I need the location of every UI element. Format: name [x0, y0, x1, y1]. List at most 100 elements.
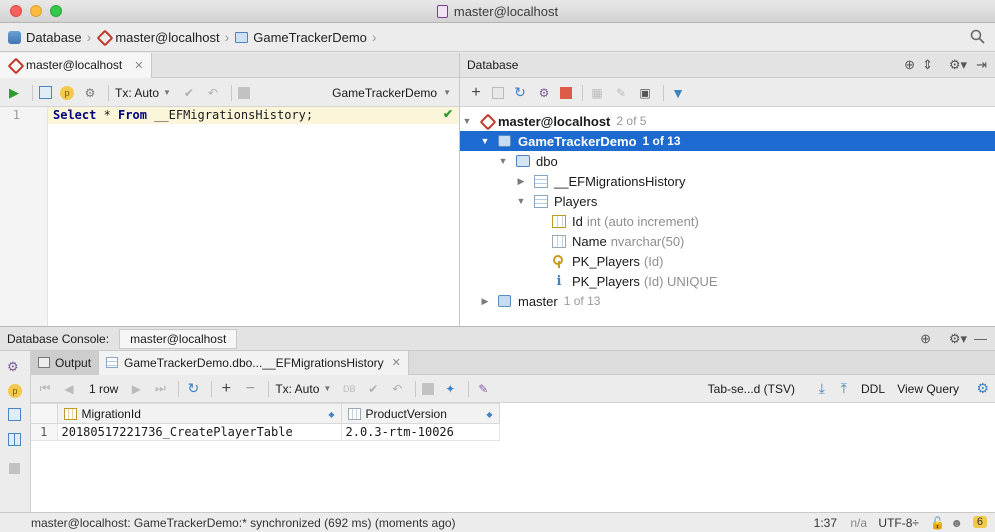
table-icon	[534, 194, 548, 208]
tab-console[interactable]: master@localhost ✕	[0, 52, 153, 78]
layout-icon[interactable]	[8, 433, 21, 446]
code-line[interactable]: Select * From __EFMigrationsHistory;	[48, 107, 459, 124]
tree-node-column-id[interactable]: Id int (auto increment)	[552, 211, 699, 231]
tree-node-connection[interactable]: ▼ master@localhost 2 of 5	[462, 111, 995, 131]
event-log-badge[interactable]: 6	[972, 516, 987, 528]
duplicate-icon[interactable]	[492, 86, 504, 99]
properties-icon[interactable]: ⚙	[536, 85, 552, 101]
sort-icon[interactable]: ◆	[486, 410, 492, 419]
lock-icon[interactable]: 🔓	[930, 516, 945, 530]
inspector-icon[interactable]: ☻	[950, 516, 963, 530]
caret-position[interactable]: 1:37	[814, 516, 837, 530]
editor-toolbar: ▶ p ⚙ Tx: Auto ▼ ✔ ↶ GameTrackerDemo ▼	[0, 79, 459, 107]
refresh-icon[interactable]: ↻	[185, 380, 201, 397]
explain-plan-icon[interactable]	[8, 408, 21, 421]
add-icon[interactable]: +	[468, 84, 484, 101]
check-icon: ✔	[442, 107, 453, 121]
breadcrumb-schema[interactable]: GameTrackerDemo ›	[235, 29, 377, 45]
upload-icon[interactable]: ⤒	[841, 380, 847, 397]
previous-page-icon[interactable]: ◀	[61, 381, 77, 397]
close-tab-icon[interactable]: ✕	[392, 356, 401, 369]
stop-icon[interactable]	[9, 463, 20, 474]
search-icon[interactable]	[970, 29, 985, 44]
next-page-icon[interactable]: ▶	[128, 381, 144, 397]
table-cell[interactable]: 20180517221736_CreatePlayerTable	[56, 423, 342, 441]
chevron-right-icon: ›	[224, 29, 230, 45]
gear-icon[interactable]: ⚙▾	[949, 331, 967, 347]
tree-node-table-players[interactable]: ▼ Players	[516, 191, 598, 211]
target-icon[interactable]: ⊕	[904, 57, 915, 73]
line-separator[interactable]: n/a	[850, 516, 867, 530]
rollback-icon[interactable]: ↶	[389, 381, 405, 397]
execute-icon[interactable]: ▶	[6, 85, 22, 101]
stop-icon[interactable]	[237, 86, 250, 99]
tree-node-index[interactable]: i PK_Players (Id) UNIQUE	[552, 271, 718, 291]
settings-icon[interactable]: ⚙	[7, 359, 19, 375]
add-row-icon[interactable]: +	[218, 380, 234, 397]
tree-node-gametrackerdemo[interactable]: ▼ GameTrackerDemo 1 of 13	[460, 131, 995, 151]
first-page-icon[interactable]: ⏮	[37, 381, 53, 397]
column-header-productversion[interactable]: ProductVersion ◆	[340, 403, 500, 424]
breadcrumb-connection[interactable]: master@localhost ›	[97, 29, 229, 45]
ddl-button[interactable]: DDL	[861, 382, 885, 396]
edit-icon[interactable]: ✎	[613, 85, 629, 101]
parameters-icon[interactable]: p	[60, 85, 74, 100]
table-view-icon[interactable]: ▦	[589, 85, 605, 101]
tree-node-column-name[interactable]: Name nvarchar(50)	[552, 231, 684, 251]
console-icon[interactable]: ▣	[637, 85, 653, 101]
tab-result-table[interactable]: GameTrackerDemo.dbo...__EFMigrationsHist…	[99, 350, 409, 375]
view-query-button[interactable]: View Query	[897, 382, 959, 396]
transaction-mode-select[interactable]: Tx: Auto ▼	[275, 382, 331, 396]
sort-icon[interactable]: ◆	[328, 410, 334, 419]
close-tab-icon[interactable]: ✕	[134, 59, 143, 72]
sql-editor[interactable]: 1 Select * From __EFMigrationsHistory; ✔	[0, 107, 459, 326]
settings-wrench-icon[interactable]: ⚙	[82, 85, 98, 101]
filter-icon[interactable]: ▼	[670, 85, 686, 101]
file-encoding[interactable]: UTF-8÷	[878, 516, 919, 530]
breadcrumb-database[interactable]: Database ›	[8, 29, 91, 45]
tree-node-table-migrations[interactable]: ▶ __EFMigrationsHistory	[516, 171, 686, 191]
window-title: master@localhost	[0, 4, 995, 19]
target-icon[interactable]: ⊕	[920, 331, 931, 347]
table-icon	[106, 357, 119, 368]
stop-icon[interactable]	[560, 86, 572, 99]
table-row[interactable]: 1 20180517221736_CreatePlayerTable 2.0.3…	[31, 423, 500, 441]
tree-node-key[interactable]: PK_Players (Id)	[552, 251, 663, 271]
transaction-mode-select[interactable]: Tx: Auto ▼	[115, 86, 171, 100]
table-icon	[534, 174, 548, 188]
schema-select[interactable]: GameTrackerDemo ▼	[332, 86, 451, 100]
index-icon: i	[556, 273, 562, 289]
console-tab[interactable]: master@localhost	[119, 328, 238, 349]
hide-panel-icon[interactable]: ⇥	[976, 57, 987, 73]
chevron-down-icon: ▼	[323, 384, 332, 393]
rollback-icon[interactable]: ↶	[205, 85, 221, 101]
plugin-icon[interactable]: ✎	[475, 381, 491, 397]
row-count[interactable]: 1 row	[89, 382, 118, 396]
commit-icon[interactable]: ✔	[181, 85, 197, 101]
status-message: master@localhost: GameTrackerDemo:* sync…	[31, 515, 456, 530]
tree-node-schema[interactable]: ▼ dbo	[498, 151, 558, 171]
download-icon[interactable]: ⤓	[819, 380, 825, 397]
tree-node-master[interactable]: ▶ master 1 of 13	[480, 291, 601, 311]
explain-plan-icon[interactable]	[39, 86, 52, 99]
refresh-icon[interactable]: ↻	[512, 84, 528, 101]
parameters-icon[interactable]: p	[8, 384, 22, 398]
collapse-icon[interactable]: ⇕	[922, 57, 933, 73]
pin-icon[interactable]: ✦	[442, 381, 458, 397]
gear-icon[interactable]: ⚙▾	[949, 57, 967, 73]
table-cell[interactable]: 2.0.3-rtm-10026	[340, 423, 500, 441]
delete-row-icon[interactable]: −	[242, 380, 258, 397]
chevron-down-icon: ▼	[443, 88, 451, 97]
column-header-migrationid[interactable]: MigrationId ◆	[56, 403, 342, 424]
commit-icon[interactable]: ✔	[365, 381, 381, 397]
last-page-icon[interactable]: ⏭	[152, 381, 168, 397]
gear-icon[interactable]: ⚙	[976, 380, 989, 397]
export-format-select[interactable]: Tab-se...d (TSV)	[708, 382, 795, 396]
connection-icon	[97, 31, 110, 44]
tab-output[interactable]: Output	[31, 350, 100, 375]
db-submit-icon[interactable]: DB	[341, 381, 357, 397]
minimize-panel-icon[interactable]: —	[974, 331, 987, 346]
schema-icon	[516, 155, 530, 167]
primary-key-column-icon	[552, 214, 566, 228]
stop-icon[interactable]	[422, 382, 435, 395]
